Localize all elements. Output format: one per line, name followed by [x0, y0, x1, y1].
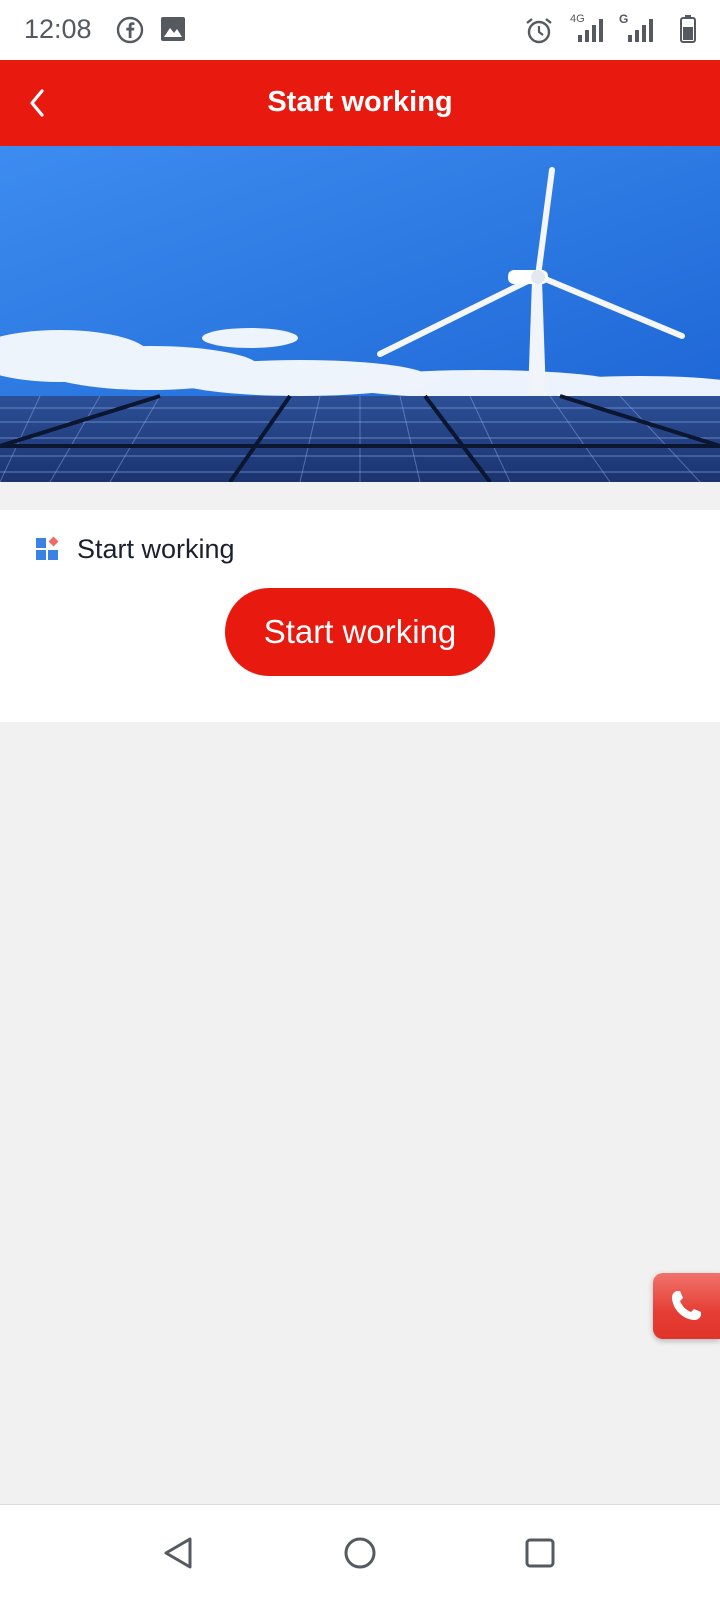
- grid-app-icon: [34, 535, 62, 568]
- start-working-button[interactable]: Start working: [225, 588, 495, 676]
- status-time: 12:08: [24, 14, 92, 44]
- signal-icon-2: [624, 16, 664, 49]
- phone-icon: [672, 1291, 701, 1320]
- gallery-icon: [160, 16, 186, 47]
- back-triangle-icon[interactable]: [160, 1535, 196, 1576]
- home-circle-icon[interactable]: [342, 1535, 378, 1576]
- banner-image: [0, 146, 720, 482]
- signal-icon: [574, 16, 614, 49]
- app-header: Start working: [0, 60, 720, 146]
- call-button[interactable]: [653, 1273, 720, 1339]
- battery-icon: [679, 14, 697, 49]
- page-title: Start working: [267, 86, 453, 118]
- recents-square-icon[interactable]: [522, 1535, 558, 1576]
- status-bar: 12:08 4G G: [0, 0, 720, 60]
- section-label: Start working: [77, 534, 235, 564]
- start-working-card: Start working Start working: [0, 510, 720, 722]
- facebook-icon: [116, 16, 144, 49]
- alarm-icon: [524, 16, 554, 51]
- system-nav-bar: [0, 1504, 720, 1601]
